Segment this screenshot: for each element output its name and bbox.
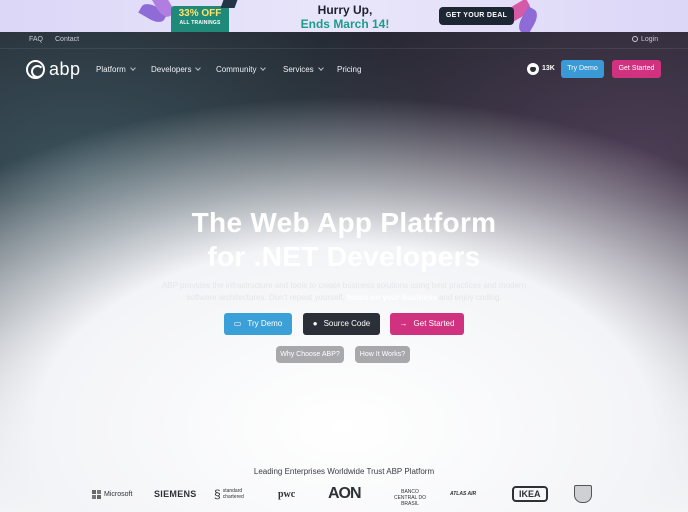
source-code-label: Source Code [323,319,371,328]
nav-pricing[interactable]: Pricing [337,65,361,74]
pwc-logo: pwc [278,488,296,500]
title-line-2: for .NET Developers [207,241,481,272]
nav-developers-label: Developers [151,65,192,74]
github-icon: ● [312,319,318,328]
nav-community-label: Community [216,65,257,74]
microsoft-text: Microsoft [104,490,133,498]
get-started-label: Get Started [413,319,455,328]
sc-text: standard chartered [222,488,244,500]
user-icon [632,36,638,42]
get-started-nav-button[interactable]: Get Started [612,60,661,78]
logo-icon [26,59,45,79]
lead-bold: focus on your business [346,293,437,302]
login-label: Login [641,36,659,43]
nav-services[interactable]: Services [283,65,324,74]
login-link[interactable]: Login [632,36,658,43]
utility-bar: FAQ Contact Login [0,32,688,48]
nav-platform[interactable]: Platform [96,65,136,74]
microsoft-icon [92,489,101,499]
discount-percent: 33% OFF [178,8,222,19]
monitor-icon: ▭ [233,319,242,328]
atlas-text: ATLAS AIR [450,491,477,497]
chevron-down-icon [129,65,136,71]
contact-link[interactable]: Contact [55,36,79,43]
logo-text: abp [49,58,81,79]
abp-logo[interactable]: abp [26,59,81,79]
aon-logo: AON [328,485,362,502]
discount-sub: ALL TRAININGS [179,20,221,26]
page-title: The Web App Platform for .NET Developers [0,206,688,274]
crest-icon [574,485,592,503]
title-line-1: The Web App Platform [191,207,497,238]
source-code-button[interactable]: ● Source Code [303,313,380,335]
discount-badge: 33% OFF ALL TRAININGS [171,6,229,32]
chevron-down-icon [317,65,324,71]
ikea-text: IKEA [512,486,548,502]
university-logo [574,482,592,506]
arrow-right-icon: → [399,319,408,328]
try-demo-nav-button[interactable]: Try Demo [561,60,604,78]
promo-headline: Hurry Up, [317,3,373,17]
divider [0,48,688,49]
chevron-down-icon [195,65,202,71]
chevron-down-icon [260,65,267,71]
atlas-air-logo: ATLAS AIR [450,482,476,506]
sc-icon: § [214,487,221,501]
siemens-logo: SIEMENS [154,489,197,499]
github-icon[interactable] [527,63,539,75]
get-started-button[interactable]: → Get Started [390,313,464,335]
microsoft-logo: Microsoft [92,482,132,506]
trust-title: Leading Enterprises Worldwide Trust ABP … [253,467,435,476]
ikea-logo: IKEA [512,482,548,506]
faq-link[interactable]: FAQ [29,36,43,43]
github-star-count[interactable]: 13K [542,65,555,72]
customer-logos: Microsoft SIEMENS § standard chartered p… [86,482,606,507]
promo-deadline: Ends March 14! [300,17,390,31]
nav-services-label: Services [283,65,314,74]
get-deal-button[interactable]: GET YOUR DEAL [439,7,514,25]
graduation-cap-icon [220,0,238,8]
try-demo-label: Try Demo [247,319,283,328]
standard-chartered-logo: § standard chartered [214,482,251,506]
try-demo-button[interactable]: ▭ Try Demo [224,313,292,335]
promo-banner[interactable]: 33% OFF ALL TRAININGS Hurry Up, Ends Mar… [0,0,688,32]
how-it-works-button[interactable]: How It Works? [355,346,410,363]
banco-text: BANCO CENTRAL DO BRASIL [393,489,427,507]
nav-developers[interactable]: Developers [151,65,202,74]
nav-community[interactable]: Community [216,65,267,74]
nav-platform-label: Platform [96,65,126,74]
banco-central-logo: BANCO CENTRAL DO BRASIL [390,482,430,507]
lead-text-2: and enjoy coding. [439,293,502,302]
hero-description: ABP provides the infrastructure and tool… [160,280,528,304]
why-choose-abp-button[interactable]: Why Choose ABP? [276,346,344,363]
promo-text: Hurry Up, Ends March 14! [270,3,420,31]
